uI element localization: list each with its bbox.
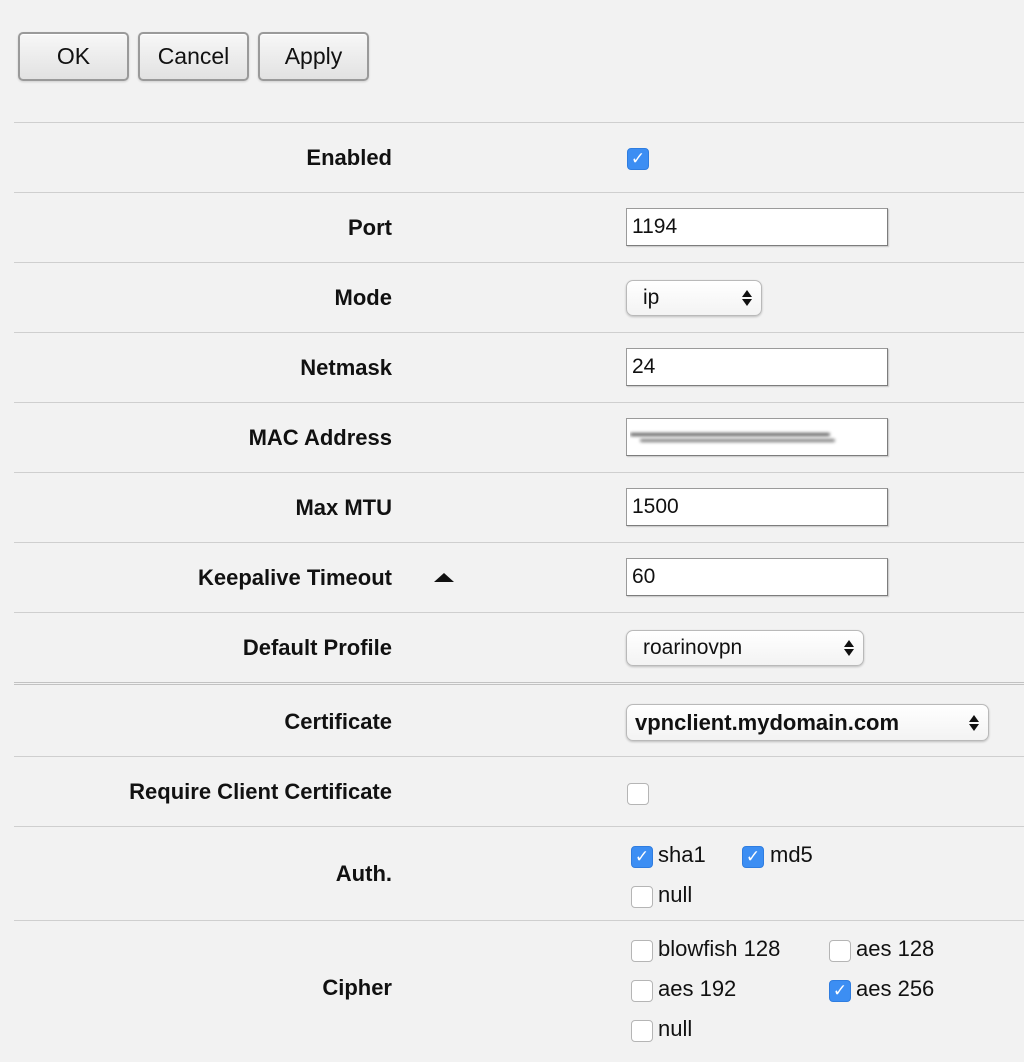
check-icon: ✓ bbox=[630, 148, 646, 169]
require-client-certificate-checkbox[interactable]: ✓ bbox=[627, 783, 649, 805]
port-label: Port bbox=[348, 215, 392, 240]
default-profile-label: Default Profile bbox=[242, 635, 392, 660]
auth-md5-label: md5 bbox=[770, 842, 813, 867]
cipher-aes-192-label: aes 192 bbox=[658, 976, 737, 1001]
divider bbox=[14, 122, 1024, 123]
mac-address-label: MAC Address bbox=[248, 425, 392, 450]
cipher-label: Cipher bbox=[322, 975, 392, 1000]
max-mtu-input[interactable] bbox=[626, 488, 888, 526]
apply-button[interactable]: Apply bbox=[258, 32, 369, 81]
mode-select[interactable]: ip bbox=[626, 280, 762, 316]
divider bbox=[14, 332, 1024, 333]
updown-arrows-icon bbox=[742, 289, 752, 307]
updown-arrows-icon bbox=[969, 714, 979, 732]
section-divider bbox=[14, 682, 1024, 685]
divider bbox=[14, 612, 1024, 613]
updown-arrows-icon bbox=[844, 639, 854, 657]
divider bbox=[14, 542, 1024, 543]
divider bbox=[14, 756, 1024, 757]
default-profile-select-value: roarinovpn bbox=[643, 636, 743, 659]
port-input[interactable] bbox=[626, 208, 888, 246]
cipher-null-checkbox[interactable]: ✓ bbox=[631, 1020, 653, 1042]
auth-sha1-label: sha1 bbox=[658, 842, 706, 867]
cipher-blowfish-128-checkbox[interactable]: ✓ bbox=[631, 940, 653, 962]
divider bbox=[14, 920, 1024, 921]
cipher-null-label: null bbox=[658, 1016, 693, 1041]
netmask-input[interactable] bbox=[626, 348, 888, 386]
divider bbox=[14, 826, 1024, 827]
check-icon: ✓ bbox=[832, 980, 848, 1001]
check-icon: ✓ bbox=[634, 846, 650, 867]
divider bbox=[14, 192, 1024, 193]
require-client-certificate-label: Require Client Certificate bbox=[129, 779, 392, 804]
enabled-label: Enabled bbox=[306, 145, 392, 170]
cipher-aes-256-label: aes 256 bbox=[856, 976, 935, 1001]
mode-label: Mode bbox=[334, 285, 392, 310]
auth-label: Auth. bbox=[335, 861, 392, 886]
cancel-button[interactable]: Cancel bbox=[138, 32, 249, 81]
divider bbox=[14, 262, 1024, 263]
ok-button[interactable]: OK bbox=[18, 32, 129, 81]
auth-sha1-checkbox[interactable]: ✓ bbox=[631, 846, 653, 868]
auth-md5-checkbox[interactable]: ✓ bbox=[742, 846, 764, 868]
auth-null-checkbox[interactable]: ✓ bbox=[631, 886, 653, 908]
mode-select-value: ip bbox=[643, 286, 660, 309]
cipher-aes-192-checkbox[interactable]: ✓ bbox=[631, 980, 653, 1002]
certificate-label: Certificate bbox=[284, 709, 392, 734]
auth-null-label: null bbox=[658, 882, 693, 907]
check-icon: ✓ bbox=[745, 846, 761, 867]
cipher-aes-256-checkbox[interactable]: ✓ bbox=[829, 980, 851, 1002]
divider bbox=[14, 472, 1024, 473]
cipher-blowfish-128-label: blowfish 128 bbox=[658, 936, 781, 961]
triangle-up-icon[interactable] bbox=[434, 573, 454, 582]
cipher-aes-128-checkbox[interactable]: ✓ bbox=[829, 940, 851, 962]
netmask-label: Netmask bbox=[300, 355, 392, 380]
toolbar: OK Cancel Apply bbox=[18, 32, 369, 81]
max-mtu-label: Max MTU bbox=[295, 495, 392, 520]
enabled-checkbox[interactable]: ✓ bbox=[627, 148, 649, 170]
default-profile-select[interactable]: roarinovpn bbox=[626, 630, 864, 666]
keepalive-timeout-label: Keepalive Timeout bbox=[198, 565, 392, 590]
divider bbox=[14, 402, 1024, 403]
certificate-select[interactable]: vpnclient.mydomain.com bbox=[626, 704, 989, 741]
certificate-select-value: vpnclient.mydomain.com bbox=[635, 709, 900, 735]
mac-address-redaction bbox=[630, 429, 840, 447]
cipher-aes-128-label: aes 128 bbox=[856, 936, 935, 961]
keepalive-timeout-input[interactable] bbox=[626, 558, 888, 596]
